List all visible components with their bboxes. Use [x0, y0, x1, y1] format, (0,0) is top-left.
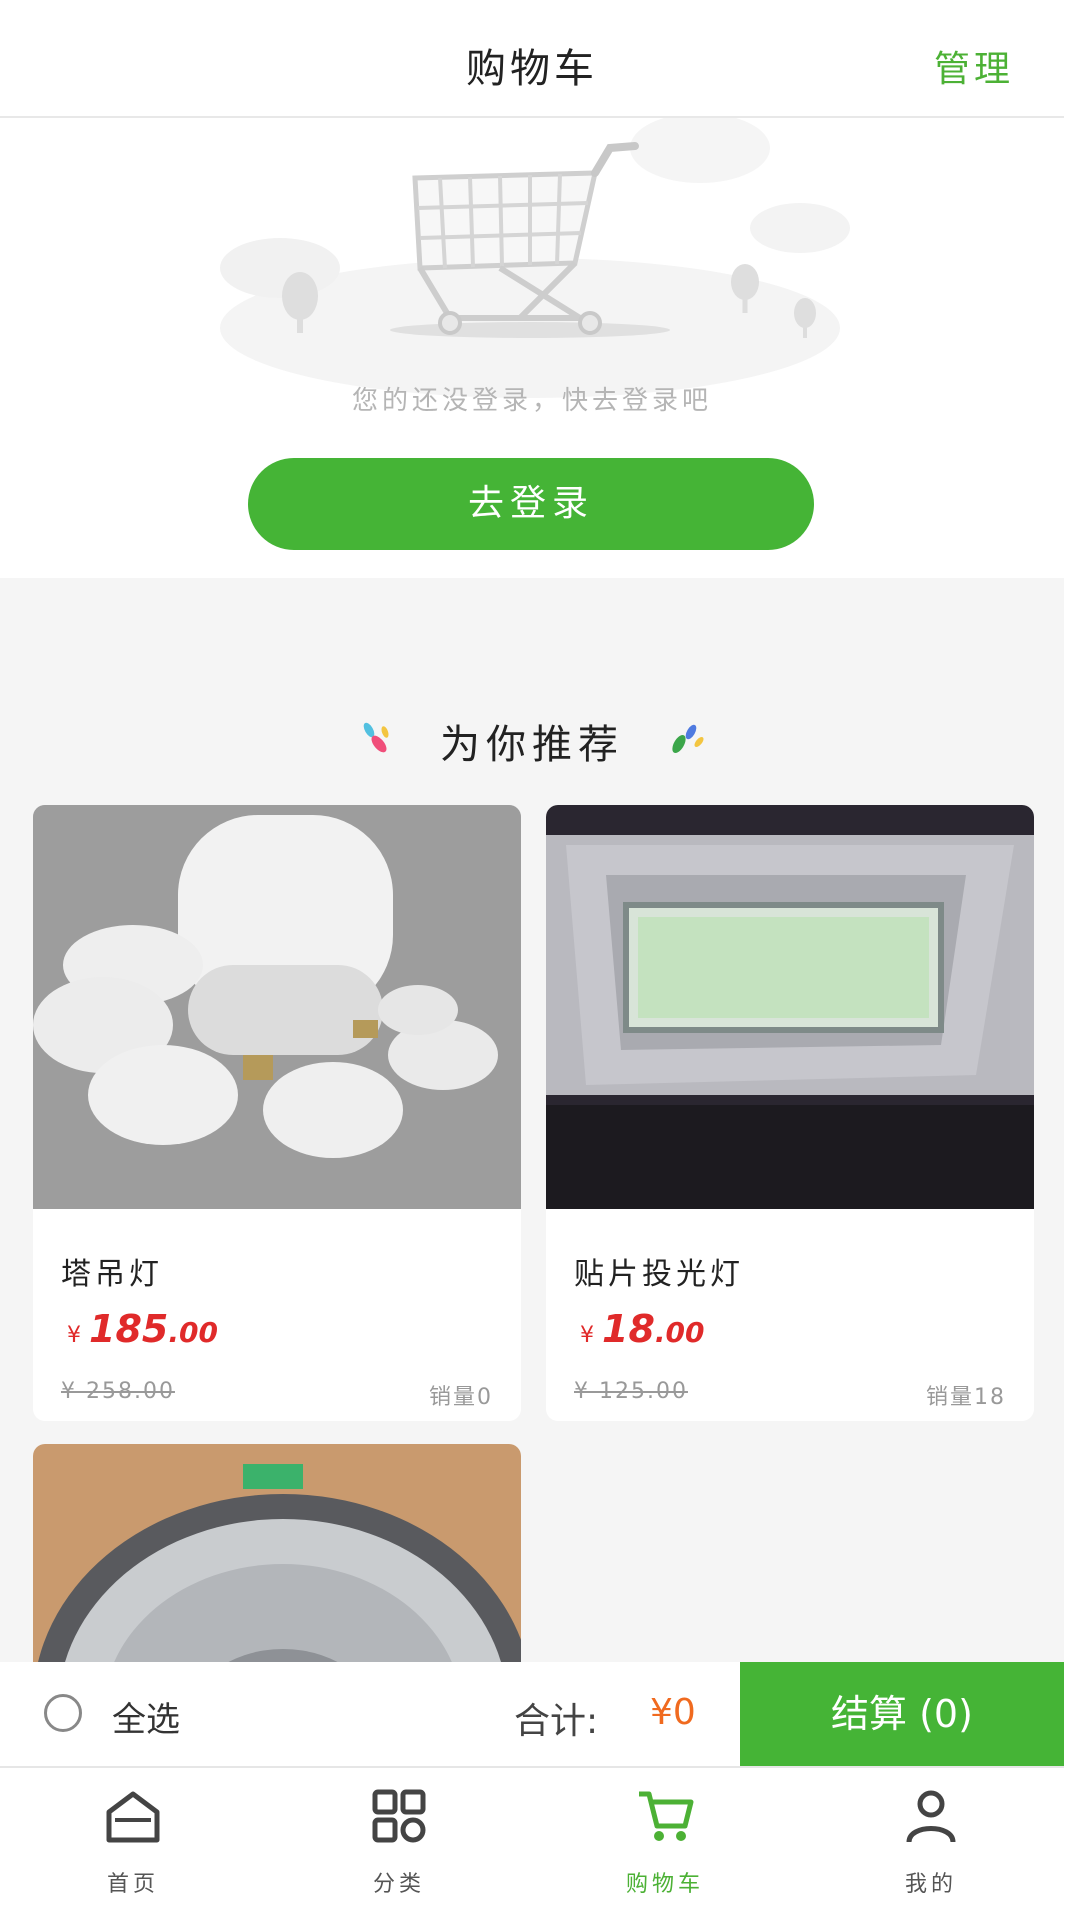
cart-icon — [639, 1791, 694, 1841]
product-image-floodlight — [546, 805, 1034, 1209]
select-all-radio[interactable] — [44, 1694, 82, 1732]
total-label: 合计: — [514, 1701, 599, 1742]
tab-mine[interactable]: 我的 — [798, 1768, 1064, 1920]
tab-cart-label: 购物车 — [625, 1872, 704, 1897]
tab-home[interactable]: 首页 — [0, 1768, 266, 1920]
sparkle-right-icon — [672, 724, 704, 754]
total-value: ¥0 — [650, 1692, 696, 1733]
tab-home-label: 首页 — [106, 1872, 159, 1897]
tab-category[interactable]: 分类 — [266, 1768, 532, 1920]
product-image-bulbs — [33, 805, 521, 1209]
recommend-title: 为你推荐 — [440, 722, 624, 768]
page-title: 购物车 — [466, 46, 598, 92]
product-sales: 销量0 — [429, 1385, 493, 1410]
tab-category-label: 分类 — [372, 1872, 425, 1897]
product-name: 塔吊灯 — [61, 1257, 163, 1292]
tab-mine-label: 我的 — [904, 1872, 957, 1897]
right-edge-strip — [1064, 0, 1080, 1920]
product-sales: 销量18 — [926, 1385, 1006, 1410]
empty-cart-illustration — [220, 118, 850, 398]
login-button[interactable]: 去登录 — [248, 458, 814, 550]
product-card[interactable]: 塔吊灯 ¥185.00 ¥ 258.00 销量0 — [33, 805, 521, 1421]
manage-button[interactable]: 管理 — [934, 40, 1014, 92]
category-icon — [372, 1789, 426, 1843]
product-original-price: ¥ 258.00 — [61, 1379, 175, 1404]
user-icon — [906, 1790, 956, 1843]
product-original-price: ¥ 125.00 — [574, 1379, 688, 1404]
product-price: ¥18.00 — [580, 1307, 705, 1351]
login-prompt-section: 您的还没登录，快去登录吧 去登录 — [0, 118, 1064, 578]
tab-cart[interactable]: 购物车 — [532, 1768, 798, 1920]
home-icon — [106, 1791, 160, 1843]
product-price: ¥185.00 — [67, 1307, 218, 1351]
checkout-bar: 全选 合计: ¥0 结算 (0) — [0, 1662, 1064, 1766]
bottom-tab-bar: 首页 分类 购物车 我的 — [0, 1766, 1064, 1920]
login-tip: 您的还没登录，快去登录吧 — [351, 386, 712, 416]
top-bar: 购物车 管理 — [0, 0, 1064, 118]
product-card[interactable]: 贴片投光灯 ¥18.00 ¥ 125.00 销量18 — [546, 805, 1034, 1421]
select-all-label[interactable]: 全选 — [112, 1692, 180, 1741]
product-name: 贴片投光灯 — [574, 1257, 744, 1292]
checkout-button[interactable]: 结算 (0) — [740, 1662, 1064, 1766]
